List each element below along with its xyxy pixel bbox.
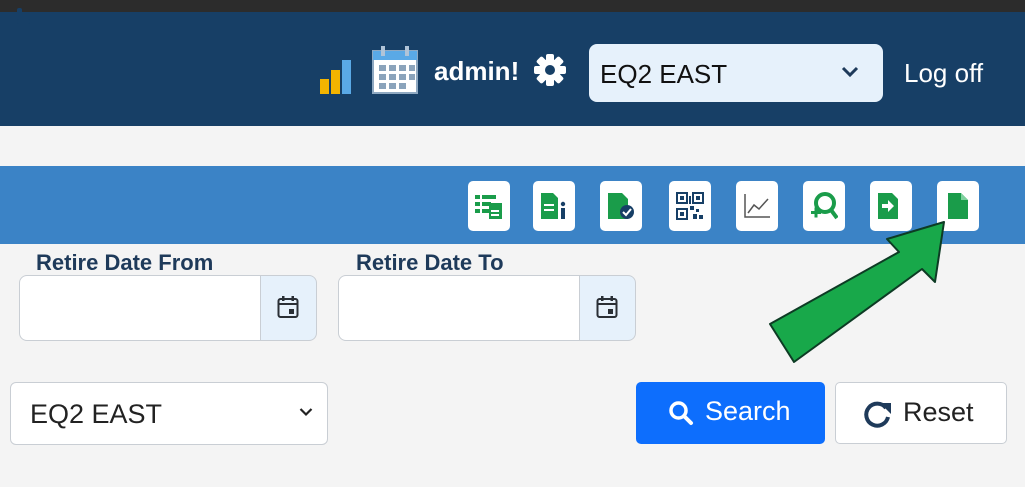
calendar-icon[interactable] bbox=[372, 46, 418, 94]
document-check-button[interactable] bbox=[600, 181, 642, 231]
logoff-link[interactable]: Log off bbox=[904, 58, 983, 89]
redo-icon bbox=[864, 401, 891, 428]
retire-date-to-picker[interactable] bbox=[580, 275, 636, 341]
retire-date-from-label: Retire Date From bbox=[36, 250, 214, 275]
search-button-label: Search bbox=[705, 396, 791, 426]
document-check-icon bbox=[608, 193, 634, 219]
list-report-button[interactable] bbox=[468, 181, 510, 231]
reset-button-label: Reset bbox=[903, 397, 974, 427]
site-select-value: EQ2 EAST bbox=[600, 59, 728, 89]
qr-code-button[interactable] bbox=[669, 181, 711, 231]
search-icon bbox=[669, 401, 693, 425]
retire-date-from-picker[interactable] bbox=[261, 275, 317, 341]
bar-chart-icon[interactable] bbox=[320, 60, 360, 94]
annotation-arrow bbox=[769, 221, 945, 363]
search-button[interactable]: Search bbox=[636, 382, 825, 444]
list-report-icon bbox=[475, 195, 502, 219]
document-info-icon bbox=[541, 193, 566, 219]
retire-date-to-label: Retire Date To bbox=[356, 250, 504, 275]
reset-button[interactable]: Reset bbox=[835, 382, 1007, 444]
site-select[interactable]: EQ2 EAST bbox=[589, 44, 883, 102]
qr-code-icon bbox=[676, 192, 704, 220]
retire-date-to-input[interactable] bbox=[338, 275, 580, 341]
chevron-down-icon bbox=[299, 408, 313, 417]
gear-icon[interactable] bbox=[533, 53, 567, 87]
area-select[interactable]: EQ2 EAST bbox=[10, 382, 328, 445]
chevron-down-icon bbox=[841, 66, 859, 78]
user-label[interactable]: admin! bbox=[434, 56, 519, 87]
calendar-icon bbox=[596, 296, 618, 318]
retire-date-from-input[interactable] bbox=[19, 275, 261, 341]
area-select-value: EQ2 EAST bbox=[30, 399, 163, 429]
calendar-icon bbox=[277, 296, 299, 318]
top-strip bbox=[0, 0, 1025, 12]
document-info-button[interactable] bbox=[533, 181, 575, 231]
